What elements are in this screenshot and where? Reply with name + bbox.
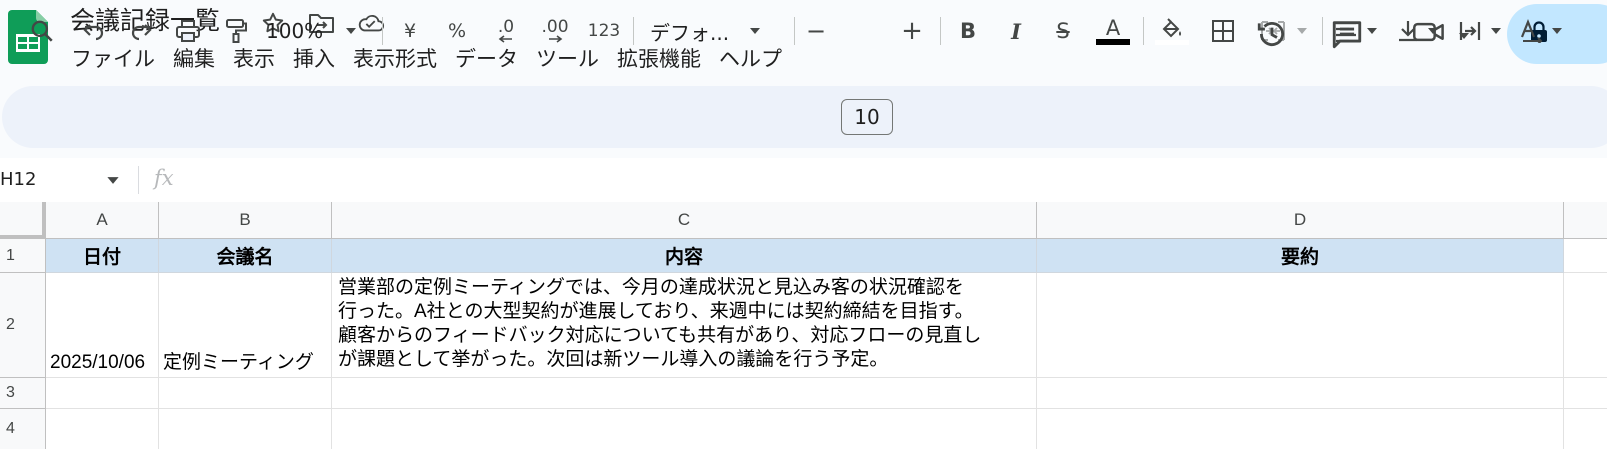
column-header-c[interactable]: C — [332, 202, 1037, 239]
chevron-down-icon — [345, 27, 357, 35]
cell-c1[interactable]: 内容 — [332, 239, 1037, 273]
fill-color-swatch — [1155, 39, 1189, 45]
strikethrough-label: S — [1056, 19, 1070, 43]
column-header-e[interactable] — [1564, 202, 1607, 239]
text-color-swatch — [1096, 39, 1130, 45]
minus-label: − — [805, 17, 827, 45]
bold-label: B — [959, 19, 976, 43]
decrease-decimal-button[interactable]: .0 — [486, 11, 526, 51]
bold-button[interactable]: B — [948, 11, 988, 51]
italic-label: I — [1011, 18, 1021, 44]
print-icon[interactable] — [168, 11, 208, 51]
formula-bar-divider — [138, 166, 139, 194]
text-wrap-icon — [1458, 20, 1482, 42]
formula-input[interactable] — [190, 164, 1590, 196]
decrease-font-size-button[interactable]: − — [798, 11, 834, 51]
chevron-down-icon — [749, 27, 761, 35]
row-header-1[interactable]: 1 — [0, 239, 46, 273]
name-box[interactable]: H12 — [0, 168, 36, 192]
text-color-button[interactable]: A — [1093, 11, 1133, 51]
cell-e2[interactable] — [1564, 273, 1607, 378]
fx-icon: fx — [154, 166, 174, 190]
spreadsheet-grid: A B C D 1 2 3 4 日付 会議名 内容 要約 2025/10/06 … — [0, 202, 1607, 449]
zoom-select[interactable]: 100% — [266, 11, 366, 51]
font-size-input[interactable]: 10 — [841, 99, 893, 135]
cell-a4[interactable] — [46, 409, 159, 449]
cell-a2[interactable]: 2025/10/06 — [46, 273, 159, 378]
arrow-left-icon — [498, 35, 514, 43]
chevron-down-icon — [1551, 27, 1563, 35]
borders-icon[interactable] — [1203, 11, 1243, 51]
font-select[interactable]: デフォ... — [650, 11, 780, 51]
plus-label: + — [901, 16, 923, 46]
decrease-decimal-label: .0 — [497, 17, 515, 37]
vertical-align-button[interactable] — [1393, 11, 1443, 51]
search-menus-icon[interactable] — [22, 11, 62, 51]
number-format-label: 123 — [587, 21, 621, 41]
cell-b3[interactable] — [159, 378, 332, 409]
cell-e1[interactable] — [1564, 239, 1607, 273]
row-header-4[interactable]: 4 — [0, 409, 46, 449]
cell-c2-line: が課題として挙がった。次回は新ツール導入の議論を行う予定。 — [338, 349, 889, 370]
select-all-corner[interactable] — [0, 202, 46, 239]
increase-font-size-button[interactable]: + — [894, 11, 930, 51]
cell-b2[interactable]: 定例ミーティング — [159, 273, 332, 378]
paint-format-icon[interactable] — [216, 11, 256, 51]
cell-b1[interactable]: 会議名 — [159, 239, 332, 273]
column-header-b[interactable]: B — [159, 202, 332, 239]
toolbar — [2, 86, 1607, 148]
cell-c2-line: 営業部の定例ミーティングでは、今月の達成状況と見込み客の状況確認を — [338, 277, 964, 298]
chevron-down-icon — [1427, 27, 1439, 35]
cell-d4[interactable] — [1037, 409, 1564, 449]
increase-decimal-button[interactable]: .00 — [533, 11, 577, 51]
redo-icon[interactable] — [121, 11, 161, 51]
currency-format-button[interactable]: ¥ — [390, 11, 430, 51]
cell-d1[interactable]: 要約 — [1037, 239, 1564, 273]
more-formats-button[interactable]: 123 — [584, 11, 624, 51]
cell-c2[interactable]: 営業部の定例ミーティングでは、今月の達成状況と見込み客の状況確認を 行った。A社… — [332, 273, 1037, 378]
cell-b4[interactable] — [159, 409, 332, 449]
text-rotation-icon — [1519, 19, 1543, 43]
align-bottom-icon — [1397, 19, 1419, 43]
cell-e3[interactable] — [1564, 378, 1607, 409]
chevron-down-icon[interactable] — [106, 170, 120, 189]
strikethrough-button[interactable]: S — [1043, 11, 1083, 51]
row-header-3[interactable]: 3 — [0, 378, 46, 409]
chevron-down-icon — [1296, 27, 1308, 35]
percent-format-button[interactable]: % — [437, 11, 477, 51]
cell-d2[interactable] — [1037, 273, 1564, 378]
cell-a1[interactable]: 日付 — [46, 239, 159, 273]
increase-decimal-label: .00 — [541, 17, 569, 37]
fill-color-button[interactable] — [1152, 11, 1192, 51]
italic-button[interactable]: I — [996, 11, 1036, 51]
formula-bar: H12 fx — [0, 158, 1607, 202]
zoom-value: 100% — [266, 19, 324, 43]
currency-label: ¥ — [403, 20, 417, 42]
align-left-icon — [1334, 20, 1358, 42]
merge-cells-button[interactable] — [1252, 11, 1316, 51]
chevron-down-icon — [1366, 27, 1378, 35]
cell-e4[interactable] — [1564, 409, 1607, 449]
row-header-2[interactable]: 2 — [0, 273, 46, 378]
arrow-right-icon — [547, 35, 563, 43]
paint-bucket-icon — [1160, 17, 1184, 40]
cell-d3[interactable] — [1037, 378, 1564, 409]
cell-c4[interactable] — [332, 409, 1037, 449]
cell-a3[interactable] — [46, 378, 159, 409]
cell-c3[interactable] — [332, 378, 1037, 409]
text-wrapping-button[interactable] — [1454, 11, 1506, 51]
cell-c2-line: 顧客からのフィードバック対応についても共有があり、対応フローの見直し — [338, 325, 982, 346]
undo-icon[interactable] — [74, 11, 114, 51]
text-rotation-button[interactable] — [1516, 11, 1566, 51]
column-header-d[interactable]: D — [1037, 202, 1564, 239]
column-header-a[interactable]: A — [46, 202, 159, 239]
percent-label: % — [447, 20, 467, 42]
merge-cells-icon — [1260, 20, 1286, 42]
text-color-label: A — [1105, 16, 1121, 40]
font-name: デフォ... — [650, 20, 730, 45]
horizontal-align-button[interactable] — [1330, 11, 1382, 51]
chevron-down-icon — [1490, 27, 1502, 35]
cell-c2-line: 行った。A社との大型契約が進展しており、来週中には契約締結を目指す。 — [338, 301, 974, 322]
